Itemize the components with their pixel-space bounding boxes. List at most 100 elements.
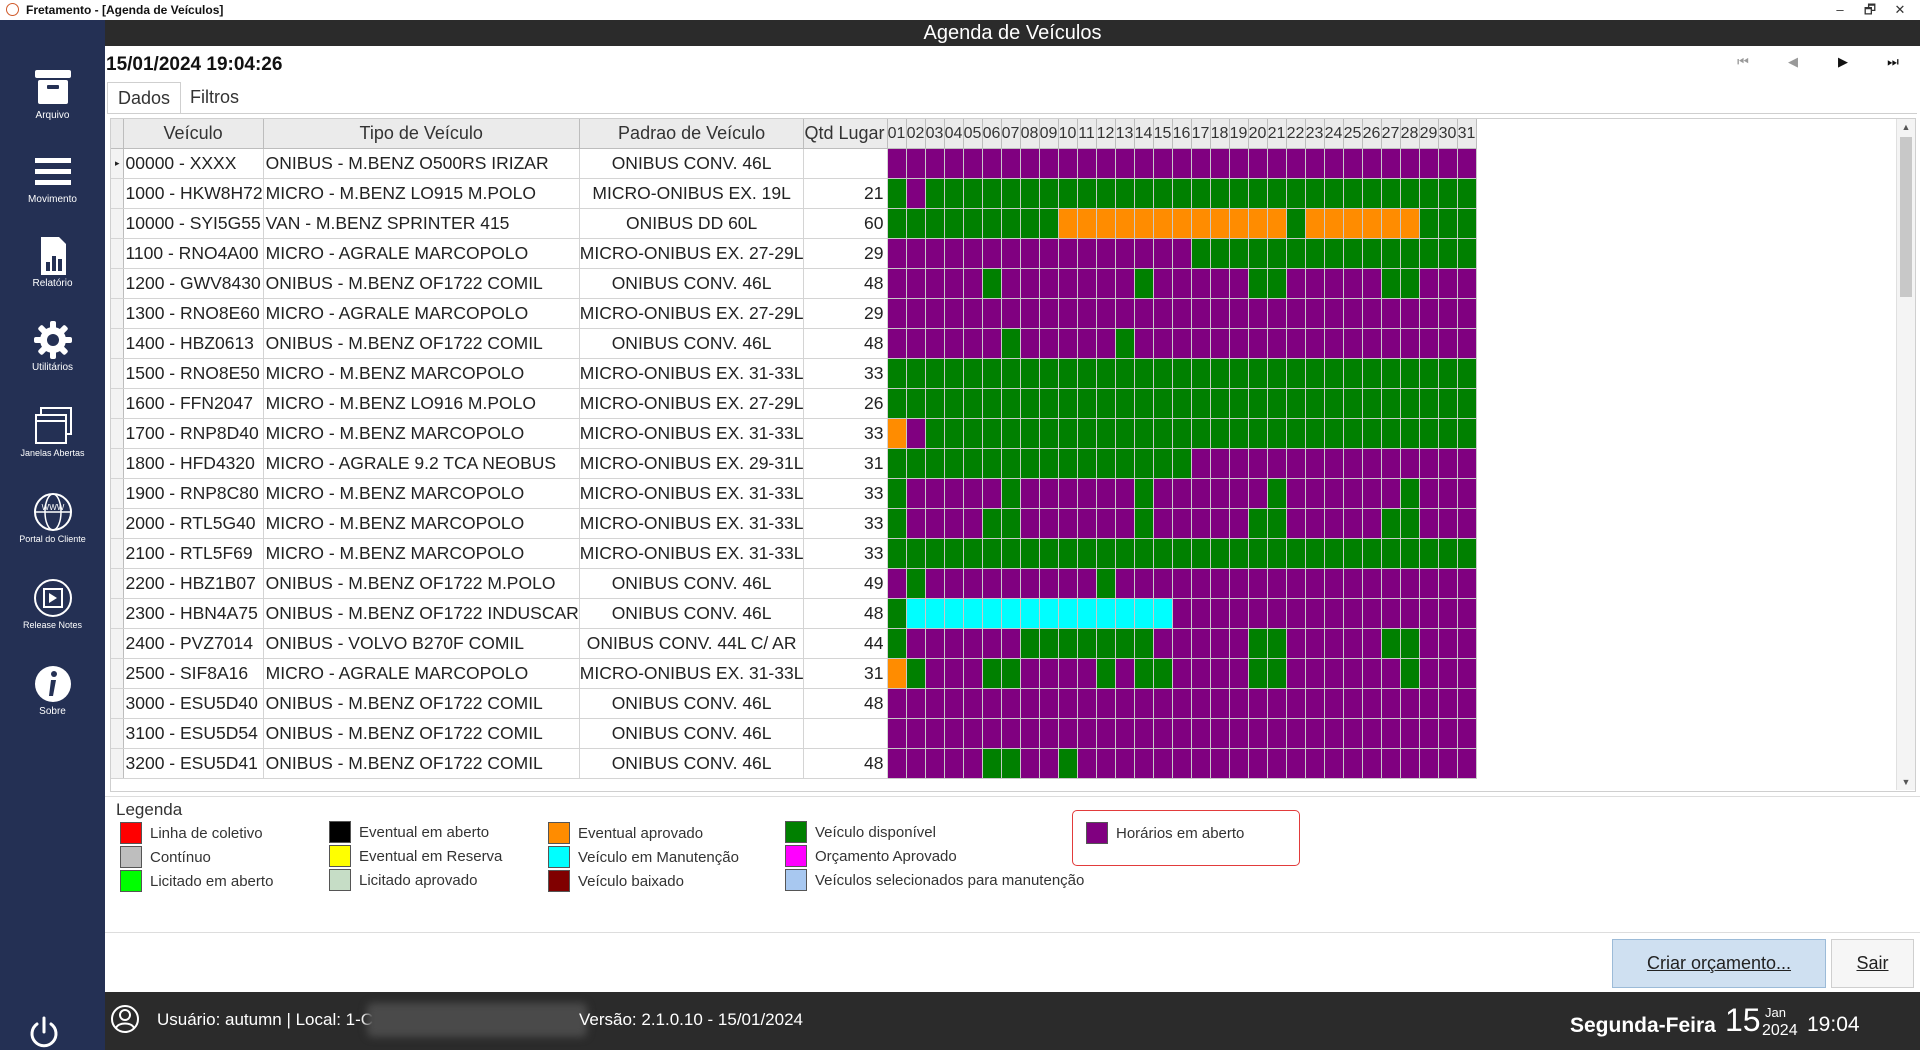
day-status-cell[interactable] [1305, 628, 1325, 659]
cell-veiculo[interactable]: 1300 - RNO8E60 [123, 298, 264, 329]
day-status-cell[interactable] [887, 718, 907, 749]
day-status-cell[interactable] [1362, 538, 1382, 569]
day-status-cell[interactable] [1115, 418, 1135, 449]
table-row[interactable]: 2200 - HBZ1B07 ONIBUS - M.BENZ OF1722 M.P… [111, 568, 1477, 599]
day-status-cell[interactable] [1210, 328, 1230, 359]
day-status-cell[interactable] [1153, 508, 1173, 539]
day-status-cell[interactable] [1191, 508, 1211, 539]
day-status-cell[interactable] [1134, 538, 1154, 569]
day-status-cell[interactable] [1096, 448, 1116, 479]
day-status-cell[interactable] [1343, 628, 1363, 659]
day-status-cell[interactable] [887, 418, 907, 449]
day-status-cell[interactable] [1305, 448, 1325, 479]
day-status-cell[interactable] [1134, 298, 1154, 329]
table-row[interactable]: 1900 - RNP8C80 MICRO - M.BENZ MARCOPOLO MI… [111, 478, 1477, 509]
day-status-cell[interactable] [982, 238, 1002, 269]
day-status-cell[interactable] [1267, 658, 1287, 689]
cell-qtd-lugar[interactable]: 29 [803, 238, 888, 269]
day-status-cell[interactable] [1058, 448, 1078, 479]
day-status-cell[interactable] [1191, 658, 1211, 689]
day-status-cell[interactable] [1419, 268, 1439, 299]
day-status-cell[interactable] [1210, 448, 1230, 479]
day-status-cell[interactable] [944, 568, 964, 599]
day-status-cell[interactable] [925, 748, 945, 779]
day-status-cell[interactable] [1172, 238, 1192, 269]
cell-qtd-lugar[interactable]: 33 [803, 478, 888, 509]
day-status-cell[interactable] [925, 208, 945, 239]
day-status-cell[interactable] [1362, 628, 1382, 659]
day-status-cell[interactable] [1153, 568, 1173, 599]
day-status-cell[interactable] [963, 718, 983, 749]
cell-qtd-lugar[interactable]: 33 [803, 538, 888, 569]
day-status-cell[interactable] [1286, 238, 1306, 269]
day-status-cell[interactable] [1115, 208, 1135, 239]
cell-veiculo[interactable]: 1800 - HFD4320 [123, 448, 264, 479]
day-status-cell[interactable] [1134, 628, 1154, 659]
day-status-cell[interactable] [1343, 568, 1363, 599]
day-status-cell[interactable] [1077, 298, 1097, 329]
day-status-cell[interactable] [1172, 388, 1192, 419]
day-status-cell[interactable] [1419, 388, 1439, 419]
day-status-cell[interactable] [925, 238, 945, 269]
day-status-cell[interactable] [906, 268, 926, 299]
day-status-cell[interactable] [1210, 148, 1230, 179]
day-status-cell[interactable] [1039, 298, 1059, 329]
day-status-cell[interactable] [906, 598, 926, 629]
table-row[interactable]: 2400 - PVZ7014 ONIBUS - VOLVO B270F COMIL… [111, 628, 1477, 659]
cell-veiculo[interactable]: 3000 - ESU5D40 [123, 688, 264, 719]
day-status-cell[interactable] [887, 748, 907, 779]
day-status-cell[interactable] [1324, 748, 1344, 779]
day-status-cell[interactable] [1267, 478, 1287, 509]
cell-padrao-veiculo[interactable]: ONIBUS DD 60L [579, 208, 805, 239]
day-status-cell[interactable] [1229, 448, 1249, 479]
day-status-cell[interactable] [1457, 148, 1477, 179]
day-status-cell[interactable] [1343, 598, 1363, 629]
day-status-cell[interactable] [1438, 628, 1458, 659]
day-status-cell[interactable] [1457, 718, 1477, 749]
day-status-cell[interactable] [1058, 298, 1078, 329]
day-status-cell[interactable] [1438, 658, 1458, 689]
scroll-up-icon[interactable]: ▲ [1897, 119, 1915, 135]
day-status-cell[interactable] [1400, 388, 1420, 419]
day-status-cell[interactable] [887, 328, 907, 359]
day-status-cell[interactable] [906, 478, 926, 509]
day-status-cell[interactable] [1172, 418, 1192, 449]
day-status-cell[interactable] [944, 658, 964, 689]
sidebar-item-portal-do-cliente[interactable]: WWW Portal do Cliente [0, 492, 105, 572]
tab-filtros[interactable]: Filtros [180, 82, 249, 113]
day-status-cell[interactable] [1001, 418, 1021, 449]
day-status-cell[interactable] [1305, 598, 1325, 629]
day-status-cell[interactable] [887, 358, 907, 389]
day-status-cell[interactable] [1305, 328, 1325, 359]
day-status-cell[interactable] [1267, 268, 1287, 299]
cell-veiculo[interactable]: 1500 - RNO8E50 [123, 358, 264, 389]
day-status-cell[interactable] [944, 748, 964, 779]
cell-padrao-veiculo[interactable]: ONIBUS CONV. 46L [579, 718, 805, 749]
day-status-cell[interactable] [1305, 478, 1325, 509]
day-status-cell[interactable] [1115, 238, 1135, 269]
day-status-cell[interactable] [1172, 598, 1192, 629]
day-status-cell[interactable] [1457, 688, 1477, 719]
day-status-cell[interactable] [925, 568, 945, 599]
restore-button[interactable]: 🗗 [1856, 1, 1884, 19]
day-status-cell[interactable] [1248, 538, 1268, 569]
day-status-cell[interactable] [1419, 238, 1439, 269]
day-status-cell[interactable] [906, 748, 926, 779]
day-status-cell[interactable] [982, 538, 1002, 569]
day-status-cell[interactable] [944, 628, 964, 659]
day-status-cell[interactable] [1077, 418, 1097, 449]
day-status-cell[interactable] [1153, 148, 1173, 179]
day-status-cell[interactable] [1096, 208, 1116, 239]
day-status-cell[interactable] [1457, 748, 1477, 779]
day-status-cell[interactable] [1457, 208, 1477, 239]
cell-tipo-veiculo[interactable]: ONIBUS - VOLVO B270F COMIL [263, 628, 580, 659]
day-status-cell[interactable] [906, 208, 926, 239]
cell-tipo-veiculo[interactable]: MICRO - M.BENZ LO915 M.POLO [263, 178, 580, 209]
cell-qtd-lugar[interactable]: 49 [803, 568, 888, 599]
row-selector[interactable] [111, 448, 124, 479]
day-status-cell[interactable] [1324, 238, 1344, 269]
day-status-cell[interactable] [1191, 178, 1211, 209]
day-status-cell[interactable] [1267, 688, 1287, 719]
day-status-cell[interactable] [1457, 508, 1477, 539]
table-row[interactable]: 2100 - RTL5F69 MICRO - M.BENZ MARCOPOLO MI… [111, 538, 1477, 569]
